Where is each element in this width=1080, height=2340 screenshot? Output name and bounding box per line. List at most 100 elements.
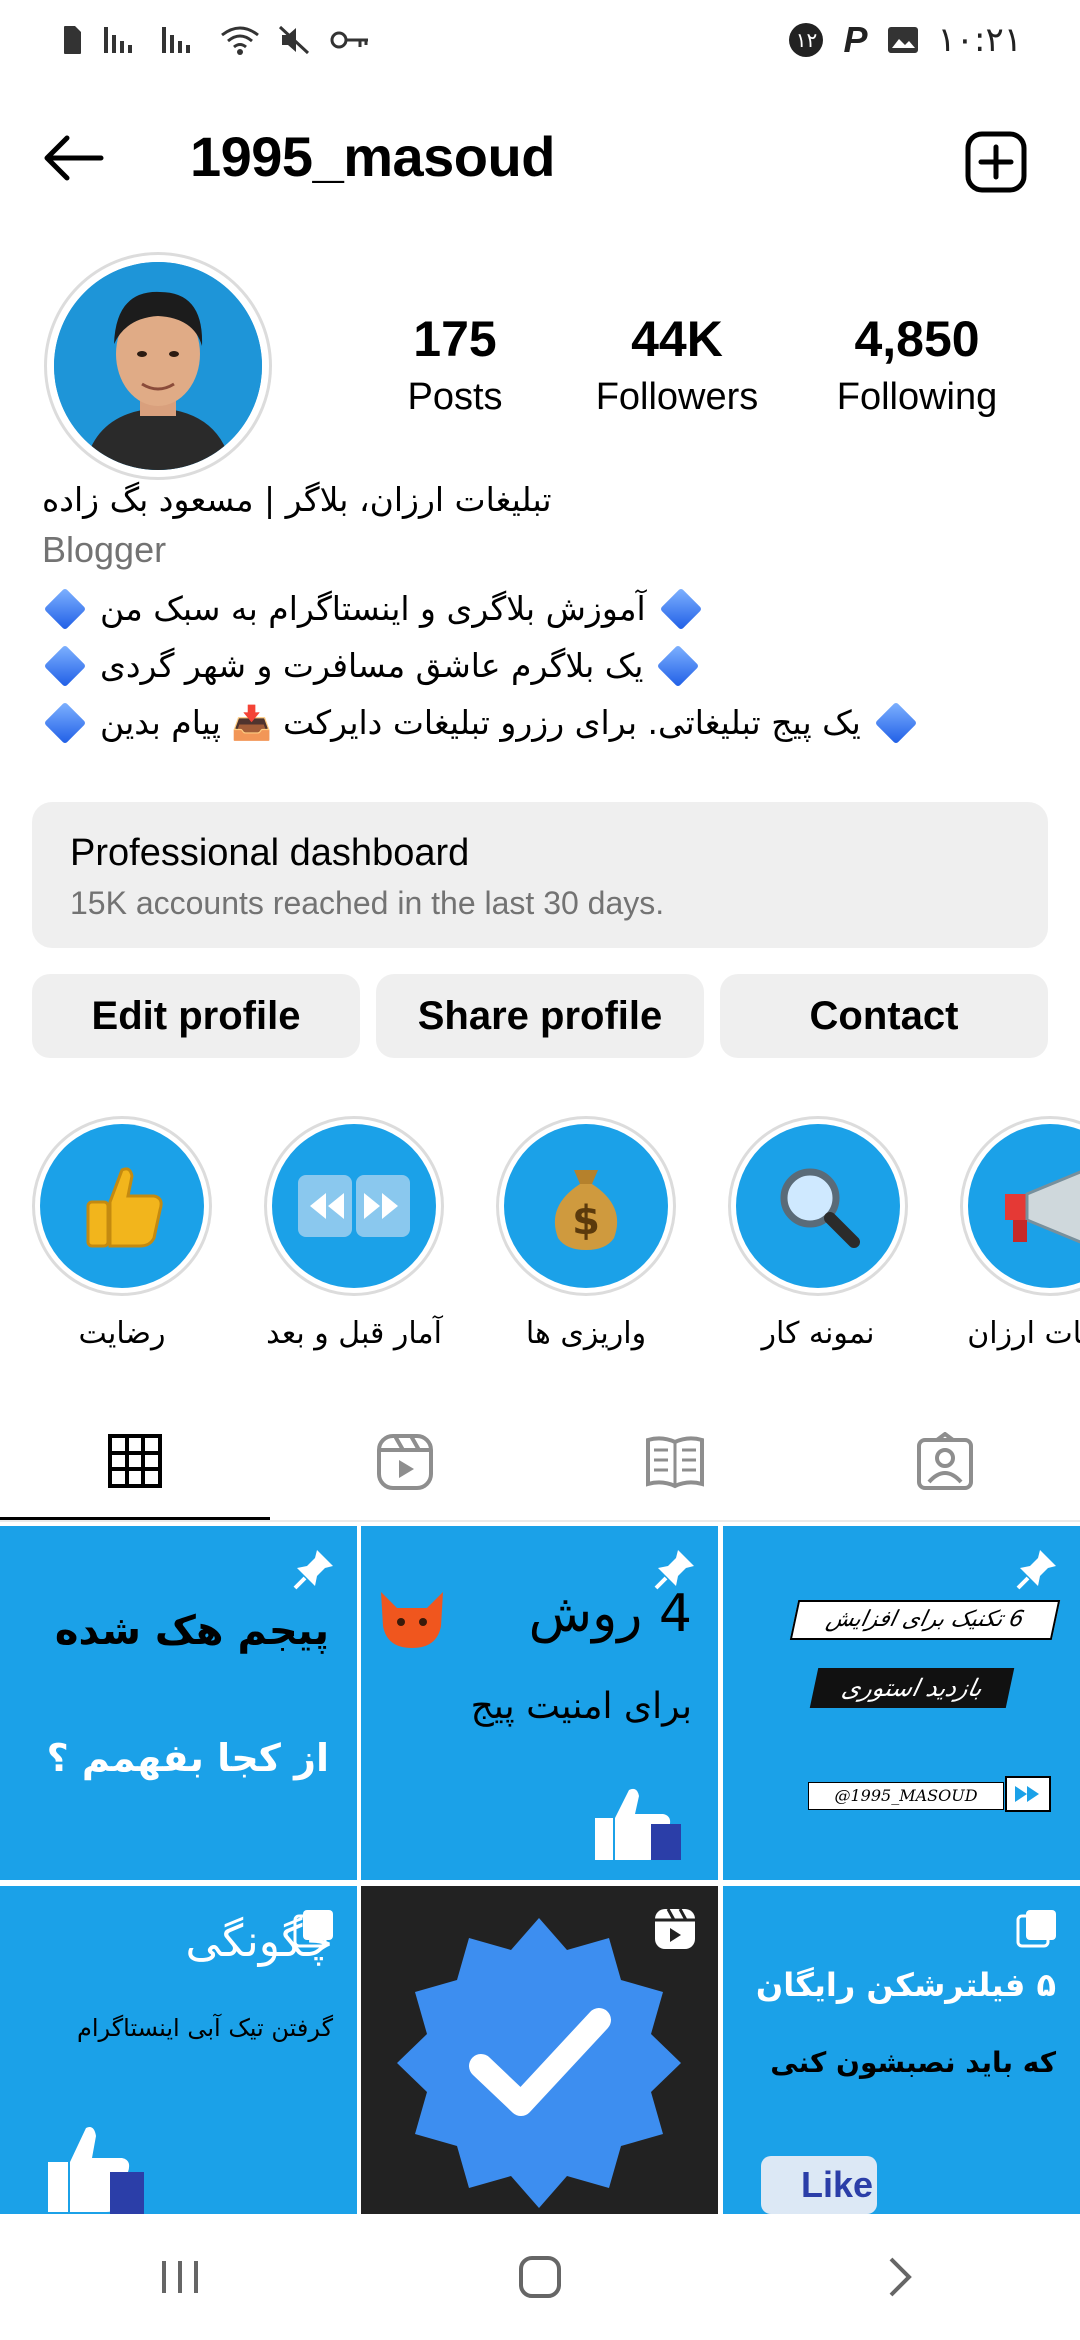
post-thumbnail[interactable]: پیجم هک شده از کجا بفهمم ؟ <box>0 1526 357 1880</box>
professional-dashboard[interactable]: Professional dashboard 15K accounts reac… <box>32 802 1048 948</box>
reels-icon <box>377 1434 433 1490</box>
profile-stats: 175 Posts 44K Followers 4,850 Following <box>340 310 1040 430</box>
signal-icon <box>162 22 202 58</box>
guide-book-icon <box>646 1436 704 1489</box>
recent-apps-button[interactable] <box>120 2237 240 2317</box>
notification-count-badge: ۱۲ <box>789 23 824 57</box>
svg-text:$: $ <box>572 1198 600 1244</box>
system-navigation-bar <box>0 2214 1080 2340</box>
back-arrow-icon <box>44 135 104 181</box>
highlight-label: رضایت <box>78 1316 166 1351</box>
megaphone-icon <box>1005 1170 1080 1244</box>
profile-tabs <box>0 1404 1080 1522</box>
share-profile-button[interactable]: Share profile <box>376 974 704 1058</box>
profile-header: 1995_masoud <box>0 110 1080 200</box>
post-thumbnail[interactable]: 4 روش برای امنیت پیج <box>361 1526 718 1880</box>
post-text-line: ۵ فیلترشکن رایگان <box>755 1966 1056 2004</box>
chevron-right-icon <box>889 2257 912 2297</box>
highlight-label: آمار قبل و بعد <box>266 1316 442 1351</box>
grid-icon <box>108 1433 162 1488</box>
like-sticker: Like <box>761 2156 877 2214</box>
followers-count: 44K <box>631 311 723 367</box>
post-text-line: که باید نصبشون کنی <box>770 2046 1056 2079</box>
blue-diamond-icon <box>874 701 918 745</box>
post-thumbnail[interactable]: 6 تکنیک برای افزایش بازدید استوری @1995_… <box>723 1526 1080 1880</box>
vpn-key-icon <box>330 22 370 58</box>
followers-stat[interactable]: 44K Followers <box>562 310 792 419</box>
profile-bio: تبلیغات ارزان، بلاگر | مسعود بگ زاده Blo… <box>42 480 1042 745</box>
dashboard-subtitle: 15K accounts reached in the last 30 days… <box>70 885 665 921</box>
dashboard-title: Professional dashboard <box>70 832 470 874</box>
highlight-label: تبلیغات ارزان <box>967 1316 1080 1351</box>
thumbs-up-icon <box>86 1167 163 1248</box>
profile-name: تبلیغات ارزان، بلاگر | مسعود بگ زاده <box>42 480 552 519</box>
thumbs-up-icon <box>595 1788 681 1860</box>
posts-stat[interactable]: 175 Posts <box>340 310 570 419</box>
blue-diamond-icon <box>43 701 87 745</box>
back-nav-button[interactable] <box>840 2237 960 2317</box>
signal-icon <box>104 22 144 58</box>
highlight-label: واریزی ها <box>525 1316 647 1351</box>
avatar[interactable] <box>44 252 272 480</box>
post-text-line: @1995_MASOUD <box>808 1782 1004 1810</box>
blue-diamond-icon <box>659 587 702 630</box>
rewind-forward-icon <box>298 1175 410 1237</box>
highlight-item[interactable]: رضایت <box>32 1116 212 1351</box>
highlight-label: نمونه کار <box>761 1316 875 1351</box>
sim-card-icon <box>58 22 86 58</box>
fast-forward-icon <box>1005 1776 1051 1812</box>
pin-icon <box>1016 1550 1056 1590</box>
following-count: 4,850 <box>854 311 980 367</box>
post-thumbnail[interactable]: چگونگی گرفتن تیک آبی اینستاگرام <box>0 1886 357 2240</box>
blue-diamond-icon <box>43 644 87 687</box>
post-thumbnail[interactable]: ۵ فیلترشکن رایگان که باید نصبشون کنی Lik… <box>723 1886 1080 2240</box>
post-text-line: 6 تکنیک برای افزایش <box>789 1600 1061 1640</box>
bio-line-text: آموزش بلاگری و اینستاگرام به سبک من <box>100 589 646 628</box>
posts-label: Posts <box>407 376 503 418</box>
clock: ۱۰:۲۱ <box>937 20 1022 60</box>
highlight-item[interactable]: آمار قبل و بعد <box>264 1116 444 1351</box>
bio-line-text: یک بلاگرم عاشق مسافرت و شهر گردی <box>100 646 644 685</box>
status-bar: ۱۲ P ۱۰:۲۱ <box>0 0 1080 80</box>
post-thumbnail[interactable] <box>361 1886 718 2240</box>
tagged-person-icon <box>917 1432 973 1490</box>
plus-square-icon <box>965 131 1027 193</box>
tab-posts[interactable] <box>0 1404 270 1520</box>
post-text-line: 4 روش <box>528 1584 692 1644</box>
highlight-item[interactable]: تبلیغات ارزان <box>960 1116 1080 1351</box>
home-button[interactable] <box>480 2237 600 2317</box>
magnifier-icon <box>780 1168 860 1248</box>
username-title[interactable]: 1995_masoud <box>190 124 555 189</box>
highlight-item[interactable]: $ واریزی ها <box>496 1116 676 1351</box>
wifi-icon <box>220 22 260 58</box>
new-post-button[interactable] <box>962 128 1030 196</box>
edit-profile-button[interactable]: Edit profile <box>32 974 360 1058</box>
bio-line: آموزش بلاگری و اینستاگرام به سبک من <box>42 587 1042 630</box>
blue-diamond-icon <box>657 644 700 687</box>
following-stat[interactable]: 4,850 Following <box>802 310 1032 419</box>
status-left-icons <box>58 22 370 58</box>
tab-tagged[interactable] <box>810 1404 1080 1520</box>
back-button[interactable] <box>38 130 108 186</box>
posts-count: 175 <box>413 311 497 367</box>
bio-line: یک بلاگرم عاشق مسافرت و شهر گردی <box>42 644 1042 687</box>
post-text-line: گرفتن تیک آبی اینستاگرام <box>76 2014 333 2042</box>
blue-diamond-icon <box>43 587 87 630</box>
following-label: Following <box>836 376 998 418</box>
tab-reels[interactable] <box>270 1404 540 1520</box>
posts-grid: پیجم هک شده از کجا بفهمم ؟ 4 روش برای ام… <box>0 1526 1080 2240</box>
post-text-line: برای امنیت پیج <box>470 1686 692 1727</box>
profile-category: Blogger <box>42 529 167 570</box>
post-text-line: از کجا بفهمم ؟ <box>46 1736 329 1780</box>
pin-icon <box>293 1550 333 1590</box>
bio-line: یک پیج تبلیغاتی. برای رزرو تبلیغات دایرک… <box>42 701 1042 745</box>
thumbs-up-icon <box>48 2127 144 2214</box>
cat-face-icon <box>381 1592 443 1648</box>
bio-line-text: یک پیج تبلیغاتی. برای رزرو تبلیغات دایرک… <box>100 703 861 742</box>
tab-guides[interactable] <box>540 1404 810 1520</box>
highlight-item[interactable]: نمونه کار <box>728 1116 908 1351</box>
gallery-icon <box>887 22 919 58</box>
avatar-photo <box>54 262 262 470</box>
post-text-line: چگونگی <box>185 1916 333 1967</box>
contact-button[interactable]: Contact <box>720 974 1048 1058</box>
